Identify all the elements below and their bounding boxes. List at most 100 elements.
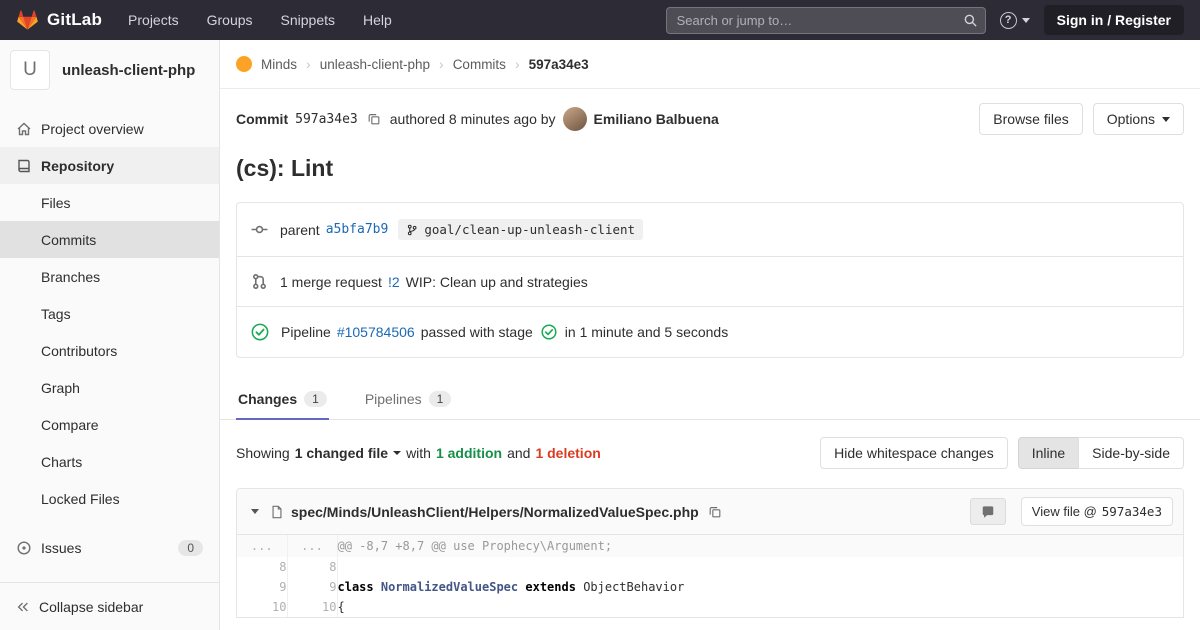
line-number-new[interactable]: 8 [287,557,337,577]
hide-whitespace-button[interactable]: Hide whitespace changes [820,437,1008,469]
tab-changes-badge: 1 [304,391,327,407]
sidebar-item-locked-files[interactable]: Locked Files [0,480,219,517]
pipeline-row: Pipeline #105784506 passed with stage in… [237,307,1183,357]
breadcrumb-commits[interactable]: Commits [453,57,506,72]
copy-icon [367,112,381,126]
nav-item-snippets[interactable]: Snippets [281,12,335,28]
sidebar-item-repository[interactable]: Repository [0,147,219,184]
parent-sha-link[interactable]: a5bfa7b9 [326,222,389,237]
inline-view-button[interactable]: Inline [1018,437,1079,469]
browse-files-button[interactable]: Browse files [979,103,1082,135]
diff-file-panel: spec/Minds/UnleashClient/Helpers/Normali… [236,488,1184,618]
breadcrumb: Minds › unleash-client-php › Commits › 5… [220,40,1200,89]
hunk-old-marker: ... [237,535,287,557]
search-input[interactable] [666,7,986,34]
mr-count-text: 1 merge request [280,274,382,290]
sign-in-button[interactable]: Sign in / Register [1044,5,1184,35]
toggle-comments-button[interactable] [970,498,1006,525]
diff-table: ... ... @@ -8,7 +8,7 @@ use Prophecy\Arg… [237,535,1183,617]
changed-files-dropdown[interactable]: 1 changed file [295,445,401,461]
tab-pipelines-label: Pipelines [365,391,422,407]
diff-stats-text: Showing 1 changed file with 1 addition a… [236,445,601,461]
home-icon [16,121,32,137]
collapse-sidebar-button[interactable]: Collapse sidebar [0,582,219,630]
sidebar-item-commits[interactable]: Commits [0,221,219,258]
sidebar-item-compare[interactable]: Compare [0,406,219,443]
help-dropdown[interactable]: ? [1000,12,1030,29]
navbar-menu: Projects Groups Snippets Help [128,12,392,28]
sidebar-item-issues[interactable]: Issues 0 [0,529,219,566]
pipeline-id-link[interactable]: #105784506 [337,324,415,340]
project-header[interactable]: U unleash-client-php [0,40,219,100]
top-navbar: GitLab Projects Groups Snippets Help ? S… [0,0,1200,40]
chevron-down-icon [1162,117,1170,122]
repository-icon [16,158,32,174]
breadcrumb-separator: › [306,56,311,72]
breadcrumb-project[interactable]: unleash-client-php [320,57,430,72]
copy-sha-button[interactable] [365,110,383,128]
logo-text: GitLab [47,10,102,30]
line-number-new[interactable]: 9 [287,577,337,597]
tanuki-icon [16,9,39,31]
chevron-down-icon [1022,18,1030,23]
stage-status-icon[interactable] [541,324,557,340]
gitlab-logo[interactable]: GitLab [16,9,102,31]
copy-icon [708,505,722,519]
copy-file-path-button[interactable] [706,503,724,521]
nav-item-groups[interactable]: Groups [207,12,253,28]
issues-icon [16,540,32,556]
tab-pipelines[interactable]: Pipelines 1 [363,378,454,420]
sidebar-item-graph[interactable]: Graph [0,369,219,406]
view-file-button[interactable]: View file @ 597a34e3 [1021,497,1173,526]
options-dropdown-button[interactable]: Options [1093,103,1184,135]
line-number-old[interactable]: 9 [237,577,287,597]
commit-meta-bar: Commit 597a34e3 authored 8 minutes ago b… [220,89,1200,149]
diff-summary-bar: Showing 1 changed file with 1 addition a… [220,420,1200,486]
merge-request-icon [251,273,268,290]
line-content [337,557,1183,577]
diff-view-controls: Hide whitespace changes Inline Side-by-s… [820,437,1184,469]
navbar-left: GitLab Projects Groups Snippets Help [16,9,392,31]
sidebar-item-tags[interactable]: Tags [0,295,219,332]
collapse-diff-caret[interactable] [247,507,263,516]
sidebar-item-branches[interactable]: Branches [0,258,219,295]
side-by-side-view-button[interactable]: Side-by-side [1078,437,1184,469]
line-number-old[interactable]: 10 [237,597,287,617]
sidebar-item-contributors[interactable]: Contributors [0,332,219,369]
sidebar-nav: Project overview Repository Files Commit… [0,110,219,566]
sidebar-item-files[interactable]: Files [0,184,219,221]
tab-changes[interactable]: Changes 1 [236,378,329,420]
nav-item-help[interactable]: Help [363,12,392,28]
deletions-count: 1 deletion [535,445,600,461]
diff-line: 9 9 class NormalizedValueSpec extends Ob… [237,577,1183,597]
pipeline-label: Pipeline [281,324,331,340]
nav-item-projects[interactable]: Projects [128,12,179,28]
line-number-new[interactable]: 10 [287,597,337,617]
line-content: class NormalizedValueSpec extends Object… [337,577,1183,597]
author-avatar[interactable] [563,107,587,131]
sidebar-item-charts[interactable]: Charts [0,443,219,480]
options-label: Options [1107,111,1155,127]
commit-title: (cs): Lint [236,155,1184,182]
diff-line: 8 8 [237,557,1183,577]
breadcrumb-current-sha: 597a34e3 [529,57,589,72]
project-name: unleash-client-php [62,62,195,79]
diff-file-path[interactable]: spec/Minds/UnleashClient/Helpers/Normali… [291,504,699,520]
breadcrumb-group[interactable]: Minds [261,57,297,72]
double-chevron-left-icon [16,600,30,614]
branch-ref-pill[interactable]: goal/clean-up-unleash-client [398,219,643,240]
additions-count: 1 addition [436,445,502,461]
sidebar-item-project-overview[interactable]: Project overview [0,110,219,147]
tab-pipelines-badge: 1 [429,391,452,407]
author-name[interactable]: Emiliano Balbuena [594,111,719,127]
line-number-old[interactable]: 8 [237,557,287,577]
project-sidebar: U unleash-client-php Project overview Re… [0,40,220,630]
commit-sha: 597a34e3 [295,112,358,127]
commit-node-icon [251,221,268,238]
sidebar-label-repository: Repository [41,158,114,174]
mr-link[interactable]: !2 [388,274,400,290]
group-avatar [236,56,252,72]
diff-file-header: spec/Minds/UnleashClient/Helpers/Normali… [237,489,1183,535]
commit-meta-info: Commit 597a34e3 authored 8 minutes ago b… [236,107,719,131]
parent-row: parent a5bfa7b9 goal/clean-up-unleash-cl… [237,203,1183,257]
